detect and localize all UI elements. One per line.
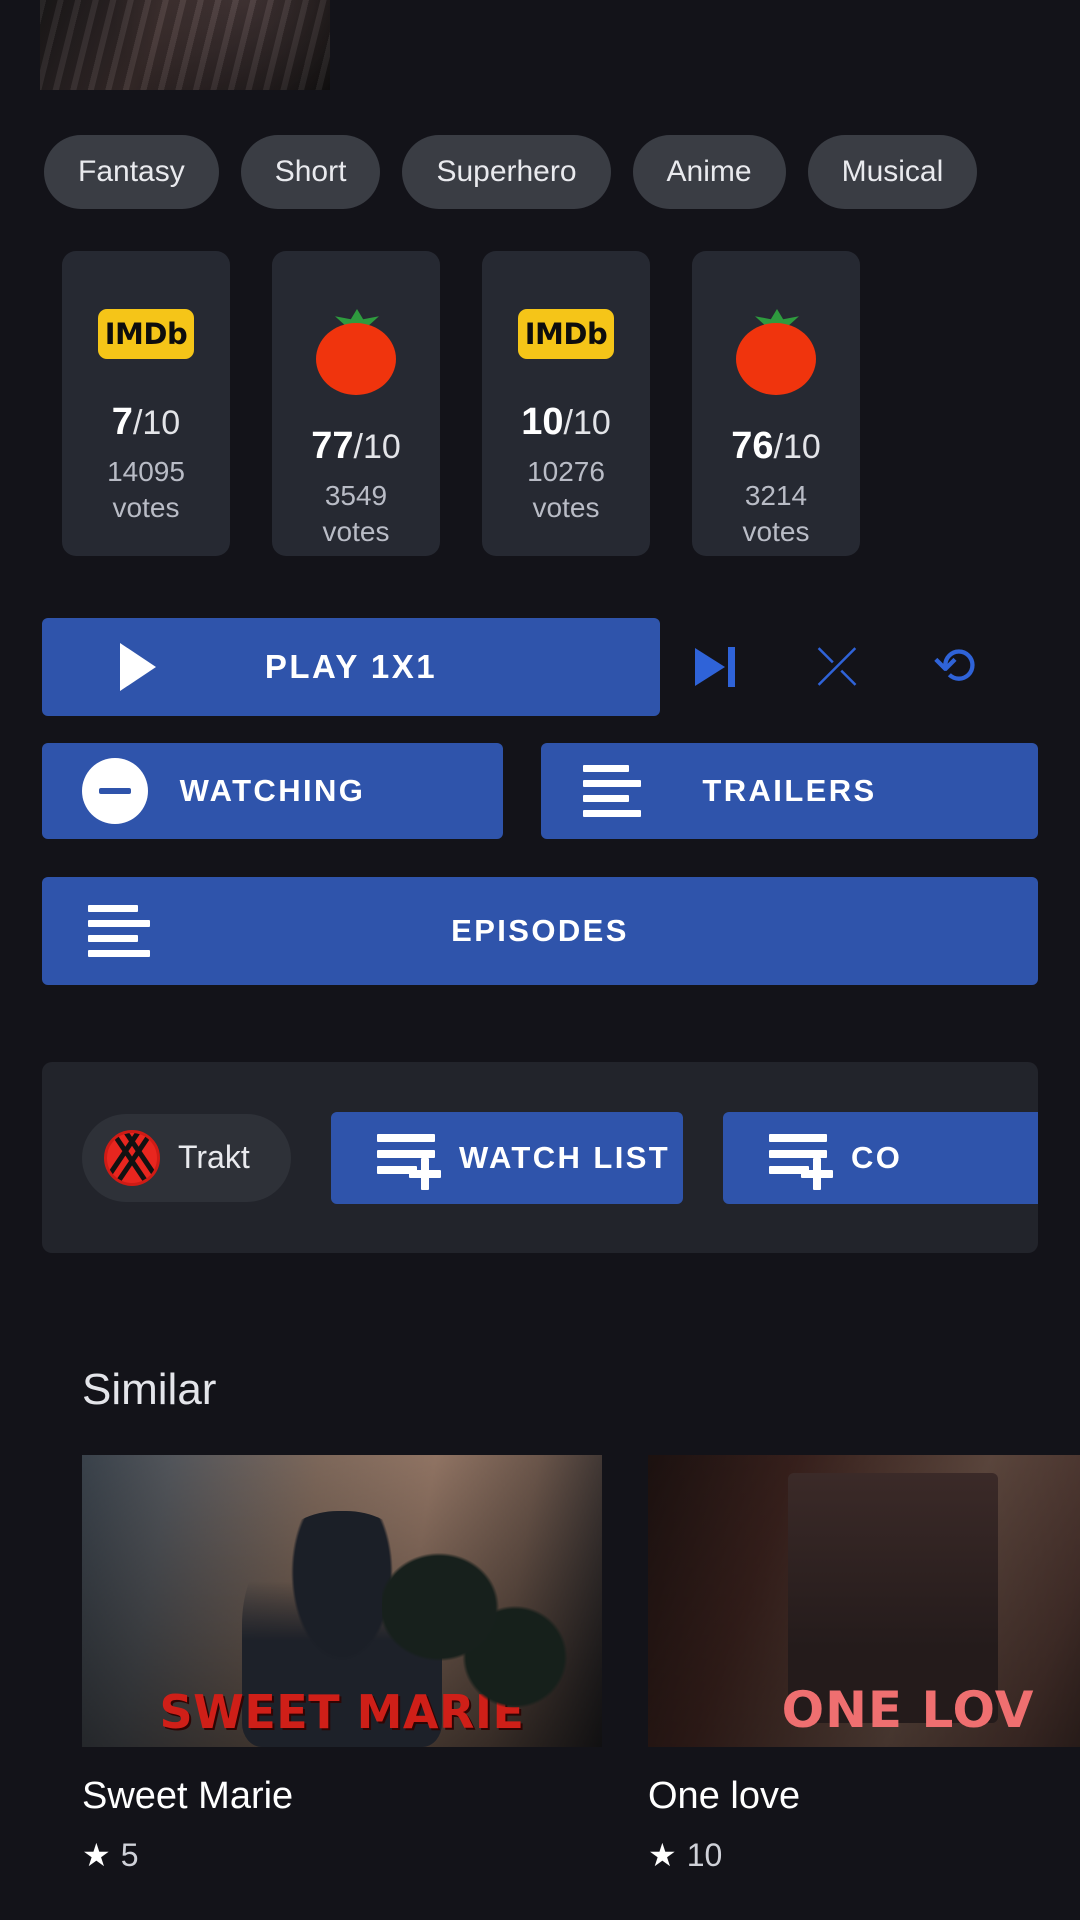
play-controls-row: PLAY 1X1 ⤫ ⟳	[42, 618, 1038, 716]
rating-votes-count: 3214	[744, 480, 808, 511]
tomato-body-icon	[316, 323, 396, 395]
rating-votes: 14095 votes	[107, 454, 185, 526]
similar-card-title: One love	[648, 1775, 801, 1817]
playlist-add-icon	[377, 1133, 441, 1190]
genre-chip-fantasy[interactable]: Fantasy	[44, 135, 219, 209]
similar-card-rating-value: 5	[120, 1836, 139, 1873]
list-icon	[88, 905, 150, 957]
genre-chip-list[interactable]: Fantasy Short Superhero Anime Musical	[0, 131, 1080, 213]
rating-score-outof: /10	[132, 404, 181, 442]
rating-score-outof: /10	[773, 428, 821, 466]
rating-votes: 3214 votes	[743, 478, 810, 550]
similar-card-poster-text: SWEET MARIE	[159, 1685, 525, 1739]
ratings-list: IMDb 7/10 14095 votes 77/10 3549 votes I…	[0, 251, 1080, 561]
rating-votes-count: 10276	[527, 456, 605, 487]
rating-card-imdb-2[interactable]: IMDb 10/10 10276 votes	[482, 251, 650, 556]
minus-circle-icon	[82, 758, 148, 824]
collection-button[interactable]: CO	[723, 1111, 1038, 1204]
rating-votes: 10276 votes	[527, 454, 605, 526]
rating-card-imdb-1[interactable]: IMDb 7/10 14095 votes	[62, 251, 230, 556]
rating-votes-label: votes	[112, 491, 180, 523]
action-buttons-row: WATCHING TRAILERS	[42, 743, 1038, 839]
similar-card-one-love[interactable]: ONE LOV One love ★ 10	[648, 1455, 1080, 1920]
play-triangle-icon	[120, 643, 156, 691]
tomato-icon	[728, 309, 824, 395]
trailers-button[interactable]: TRAILERS	[541, 743, 1038, 839]
star-icon: ★	[648, 1837, 677, 1873]
shuffle-icon: ⤫	[816, 638, 858, 696]
collection-button-label: CO	[851, 1139, 903, 1175]
trakt-logo-icon	[104, 1129, 160, 1186]
shuffle-button[interactable]: ⤫	[778, 618, 896, 716]
play-button[interactable]: PLAY 1X1	[42, 618, 660, 716]
trakt-label: Trakt	[178, 1139, 250, 1175]
rating-votes: 3549 votes	[323, 478, 390, 550]
episodes-button[interactable]: EPISODES	[42, 877, 1038, 985]
genre-chip-anime[interactable]: Anime	[632, 135, 786, 209]
similar-section-heading: Similar	[82, 1365, 217, 1414]
rating-votes-label: votes	[532, 491, 600, 523]
watching-button[interactable]: WATCHING	[42, 743, 503, 839]
rating-score: 10/10	[521, 401, 611, 444]
genre-chip-superhero[interactable]: Superhero	[402, 135, 611, 209]
star-icon: ★	[82, 1837, 111, 1873]
movie-detail-screen: MARIE Fantasy Short Superhero Anime Musi…	[0, 0, 1080, 1920]
rating-score-outof: /10	[563, 404, 611, 442]
rating-card-tomato-1[interactable]: 77/10 3549 votes	[272, 251, 440, 556]
watch-list-button[interactable]: WATCH LIST	[331, 1111, 683, 1204]
imdb-badge-icon: IMDb	[518, 309, 614, 359]
similar-card-thumbnail[interactable]: ONE LOV	[648, 1455, 1080, 1747]
trakt-panel: Trakt WATCH LIST CO	[42, 1062, 1038, 1253]
rating-votes-label: votes	[322, 515, 390, 547]
similar-card-rating-value: 10	[686, 1836, 723, 1873]
rating-score-value: 7	[111, 401, 133, 443]
genre-chip-musical[interactable]: Musical	[807, 135, 978, 209]
hero-poster[interactable]: MARIE	[40, 0, 330, 90]
hero-poster-title: MARIE	[88, 0, 280, 5]
list-icon	[583, 765, 641, 817]
refresh-icon: ⟳	[933, 638, 977, 696]
similar-card-poster-text: ONE LOV	[781, 1681, 1035, 1739]
watch-list-button-label: WATCH LIST	[459, 1139, 671, 1175]
similar-card-sweet-marie[interactable]: SWEET MARIE Sweet Marie ★ 5	[82, 1455, 602, 1920]
similar-card-rating: ★ 5	[82, 1836, 602, 1874]
rating-votes-count: 3549	[324, 480, 388, 511]
similar-card-thumbnail[interactable]: SWEET MARIE	[82, 1455, 602, 1747]
rating-score: 76/10	[731, 425, 821, 468]
episodes-button-label: EPISODES	[451, 913, 629, 948]
tomato-icon	[308, 309, 404, 395]
similar-card-list: SWEET MARIE Sweet Marie ★ 5 ONE LOV One …	[0, 1455, 1080, 1920]
rating-card-tomato-2[interactable]: 76/10 3214 votes	[692, 251, 860, 556]
rating-votes-label: votes	[742, 515, 810, 547]
skip-next-icon	[695, 643, 743, 691]
playlist-add-icon	[769, 1133, 833, 1190]
rating-score: 77/10	[311, 425, 401, 468]
rating-score: 7/10	[112, 401, 180, 444]
skip-next-button[interactable]	[660, 618, 778, 716]
rating-score-value: 76	[731, 425, 774, 467]
rating-votes-count: 14095	[107, 456, 185, 487]
refresh-button[interactable]: ⟳	[896, 618, 1014, 716]
genre-chip-short[interactable]: Short	[240, 135, 381, 209]
tomato-body-icon	[736, 323, 816, 395]
trakt-chip[interactable]: Trakt	[82, 1113, 291, 1202]
similar-card-rating: ★ 10	[648, 1836, 1080, 1874]
imdb-badge-icon: IMDb	[98, 309, 194, 359]
rating-score-value: 77	[311, 425, 354, 467]
similar-card-title: Sweet Marie	[82, 1775, 294, 1817]
rating-score-value: 10	[521, 401, 564, 443]
rating-score-outof: /10	[353, 428, 401, 466]
